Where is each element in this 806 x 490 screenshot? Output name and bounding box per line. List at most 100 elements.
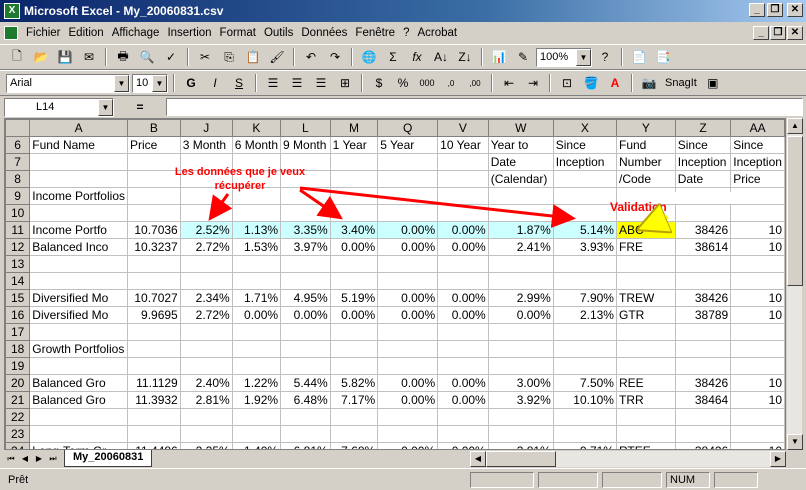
spreadsheet-grid[interactable]: A B J K L M Q V W X Y Z AA 6 Fund Name Price 3 Month 6 M… [4, 118, 786, 450]
cell-v6[interactable]: 10 Year [437, 136, 489, 154]
last-sheet-icon[interactable]: ⏭ [46, 451, 60, 466]
row-header-8[interactable]: 8 [5, 170, 31, 188]
cell-m7[interactable] [329, 153, 379, 171]
chevron-down-icon[interactable]: ▼ [98, 98, 113, 116]
cell-w12[interactable]: 2.41% [487, 238, 554, 256]
underline-button[interactable]: S [228, 73, 250, 93]
comma-style-icon[interactable]: 000 [416, 73, 438, 93]
cell-k13[interactable] [231, 255, 282, 273]
cell-a10[interactable] [29, 204, 128, 222]
cell-y15[interactable]: TREW [615, 289, 676, 307]
row-header-14[interactable]: 14 [5, 272, 31, 290]
cell-y16[interactable]: GTR [615, 306, 676, 324]
cell-m14[interactable] [329, 272, 379, 290]
cell-m6[interactable]: 1 Year [329, 136, 379, 154]
cell-a17[interactable] [29, 323, 128, 341]
menu-insertion[interactable]: Insertion [163, 27, 215, 39]
cell-m17[interactable] [329, 323, 379, 341]
cell-aa7[interactable]: Inception [730, 153, 785, 171]
snagit-label[interactable]: SnagIt [662, 77, 700, 89]
menu-help[interactable]: ? [399, 27, 413, 39]
cell-l16[interactable]: 0.00% [280, 306, 331, 324]
cell-m16[interactable]: 0.00% [329, 306, 379, 324]
cell-x22[interactable] [552, 408, 617, 426]
cell-x10[interactable] [552, 204, 617, 222]
font-color-icon[interactable]: A [604, 73, 626, 93]
font-name-combo[interactable]: Arial ▼ [6, 73, 130, 93]
cell-v17[interactable] [437, 323, 489, 341]
cell-x19[interactable] [552, 357, 617, 375]
cell-j6[interactable]: 3 Month [179, 136, 233, 154]
currency-icon[interactable]: $ [368, 73, 390, 93]
row-header-22[interactable]: 22 [5, 408, 31, 426]
scroll-right-icon[interactable]: ▶ [770, 451, 786, 467]
cell-l11[interactable]: 3.35% [280, 221, 331, 239]
menu-fenetre[interactable]: Fenêtre [351, 27, 399, 39]
cell-m13[interactable] [329, 255, 379, 273]
cell-j24[interactable]: 2.35% [179, 442, 233, 449]
cell-k23[interactable] [231, 425, 282, 443]
cell-y24[interactable]: RTEE [615, 442, 676, 449]
cell-k15[interactable]: 1.71% [231, 289, 282, 307]
save-icon[interactable]: 💾 [54, 47, 76, 67]
cell-k24[interactable]: 1.40% [231, 442, 282, 449]
cell-q20[interactable]: 0.00% [377, 374, 439, 392]
vertical-scrollbar[interactable]: ▲ ▼ [786, 118, 803, 450]
cell-q19[interactable] [377, 357, 439, 375]
cell-x14[interactable] [552, 272, 617, 290]
cell-w10[interactable] [487, 204, 554, 222]
cell-z7[interactable]: Inception [674, 153, 732, 171]
column-header-v[interactable]: V [437, 119, 489, 137]
cell-w22[interactable] [487, 408, 554, 426]
cell-q8[interactable] [377, 170, 439, 188]
column-header-l[interactable]: L [280, 119, 331, 137]
zoom-combo[interactable]: 100% ▼ [536, 47, 592, 67]
prev-sheet-icon[interactable]: ◀ [18, 451, 32, 466]
close-button[interactable]: ✕ [787, 3, 803, 17]
minimize-button[interactable]: _ [749, 3, 765, 17]
cell-w20[interactable]: 3.00% [487, 374, 554, 392]
cell-m15[interactable]: 5.19% [329, 289, 379, 307]
cell-y17[interactable] [615, 323, 676, 341]
cell-m12[interactable]: 0.00% [329, 238, 379, 256]
cell-x18[interactable] [552, 340, 617, 358]
cell-j10[interactable] [179, 204, 233, 222]
borders-icon[interactable]: ⊡ [556, 73, 578, 93]
cell-b17[interactable] [127, 323, 181, 341]
cell-b12[interactable]: 10.3237 [127, 238, 181, 256]
horizontal-scroll-thumb[interactable] [486, 451, 556, 467]
cell-a23[interactable] [29, 425, 128, 443]
cell-z24[interactable]: 38426 [674, 442, 732, 449]
cell-a24[interactable]: Long-Term Gr [29, 442, 128, 449]
drawing-icon[interactable]: ✎ [512, 47, 534, 67]
cell-v19[interactable] [437, 357, 489, 375]
cell-y7[interactable]: Number [615, 153, 676, 171]
formula-input[interactable] [166, 98, 803, 116]
cell-b19[interactable] [127, 357, 181, 375]
cell-z15[interactable]: 38426 [674, 289, 732, 307]
row-header-10[interactable]: 10 [5, 204, 31, 222]
cell-a11[interactable]: Income Portfo [29, 221, 128, 239]
cell-y23[interactable] [615, 425, 676, 443]
cell-j14[interactable] [179, 272, 233, 290]
row-header-12[interactable]: 12 [5, 238, 31, 256]
align-center-icon[interactable]: ☰ [286, 73, 308, 93]
cell-m11[interactable]: 3.40% [329, 221, 379, 239]
column-header-y[interactable]: Y [615, 119, 676, 137]
cell-aa22[interactable] [730, 408, 785, 426]
cell-z13[interactable] [674, 255, 732, 273]
cell-aa18[interactable] [730, 340, 785, 358]
cell-a14[interactable] [29, 272, 128, 290]
cell-k18[interactable] [231, 340, 282, 358]
cell-a16[interactable]: Diversified Mo [29, 306, 128, 324]
cell-v23[interactable] [437, 425, 489, 443]
cell-v9[interactable] [437, 187, 489, 205]
column-header-a[interactable]: A [29, 119, 128, 137]
copy-icon[interactable]: ⎘ [218, 47, 240, 67]
print-preview-icon[interactable]: 🔍 [136, 47, 158, 67]
snagit-window-icon[interactable]: ▣ [702, 73, 724, 93]
row-header-20[interactable]: 20 [5, 374, 31, 392]
cell-v15[interactable]: 0.00% [437, 289, 489, 307]
cell-q17[interactable] [377, 323, 439, 341]
cell-b22[interactable] [127, 408, 181, 426]
